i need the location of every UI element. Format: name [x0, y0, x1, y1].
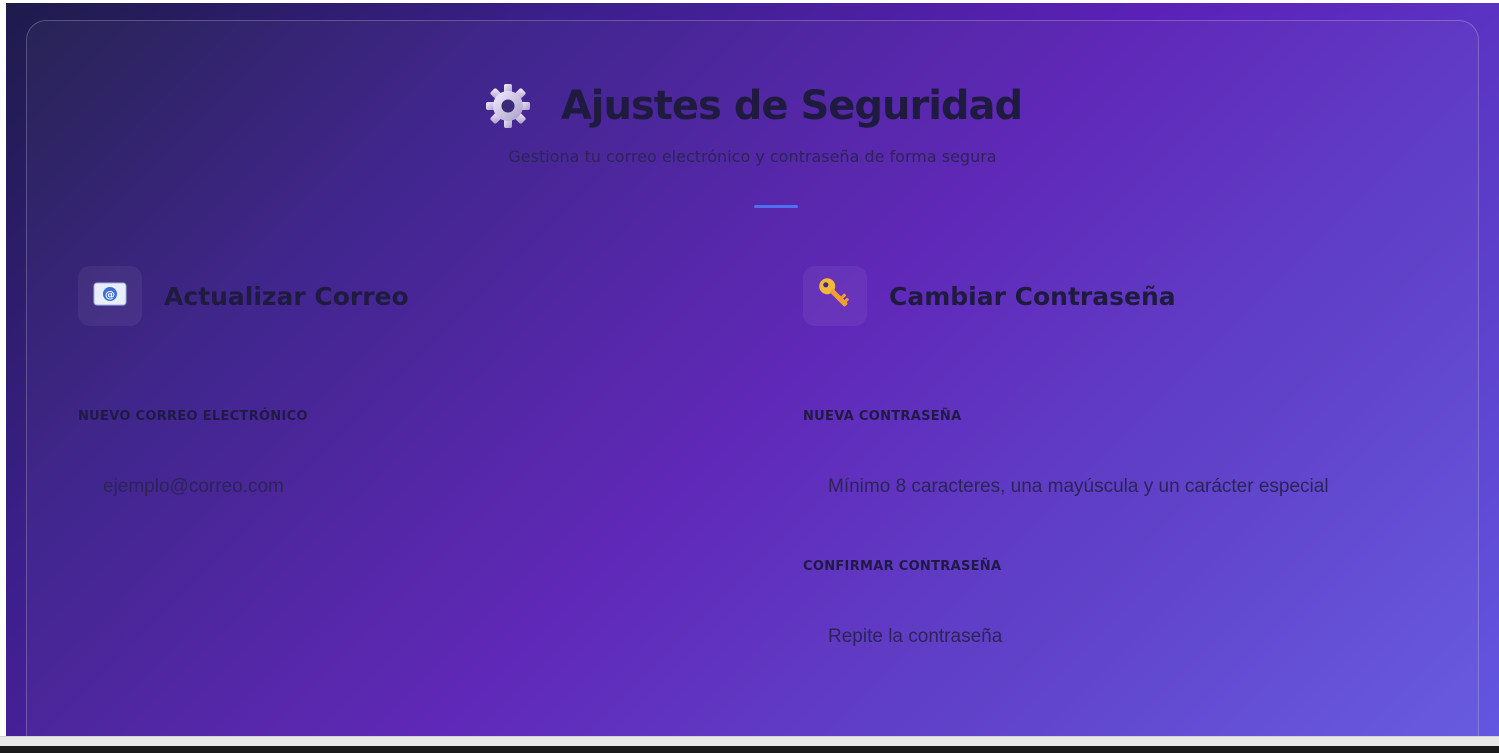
page-title: Ajustes de Seguridad	[560, 83, 1023, 129]
svg-text:@: @	[105, 290, 115, 301]
gear-icon	[483, 81, 533, 131]
update-email-header: @ Actualizar Correo	[78, 266, 738, 326]
change-password-section: Cambiar Contraseña NUEVA CONTRASEÑA CONF…	[803, 266, 1463, 659]
title-row: Ajustes de Seguridad	[27, 81, 1478, 131]
email-icon-box: @	[78, 266, 142, 326]
update-email-title: Actualizar Correo	[164, 281, 409, 311]
page-subtitle: Gestiona tu correo electrónico y contras…	[508, 147, 997, 166]
confirm-password-input[interactable]	[803, 615, 1443, 659]
key-icon-box	[803, 266, 867, 326]
change-password-header: Cambiar Contraseña	[803, 266, 1463, 326]
page-viewport: Ajustes de Seguridad Gestiona tu correo …	[6, 3, 1499, 736]
key-icon	[815, 274, 855, 318]
new-email-label: NUEVO CORREO ELECTRÓNICO	[78, 409, 308, 424]
update-email-section: @ Actualizar Correo NUEVO CORREO ELECTRÓ…	[78, 266, 738, 509]
confirm-password-label: CONFIRMAR CONTRASEÑA	[803, 559, 1002, 574]
new-password-input[interactable]	[803, 465, 1443, 509]
page-header: Ajustes de Seguridad Gestiona tu correo …	[27, 81, 1478, 166]
new-password-label: NUEVA CONTRASEÑA	[803, 409, 962, 424]
horizontal-scrollbar[interactable]	[0, 736, 1499, 753]
security-settings-card: Ajustes de Seguridad Gestiona tu correo …	[26, 20, 1479, 736]
email-icon: @	[93, 281, 127, 311]
change-password-title: Cambiar Contraseña	[889, 281, 1176, 311]
header-divider	[754, 205, 798, 208]
new-email-input[interactable]	[78, 465, 718, 509]
